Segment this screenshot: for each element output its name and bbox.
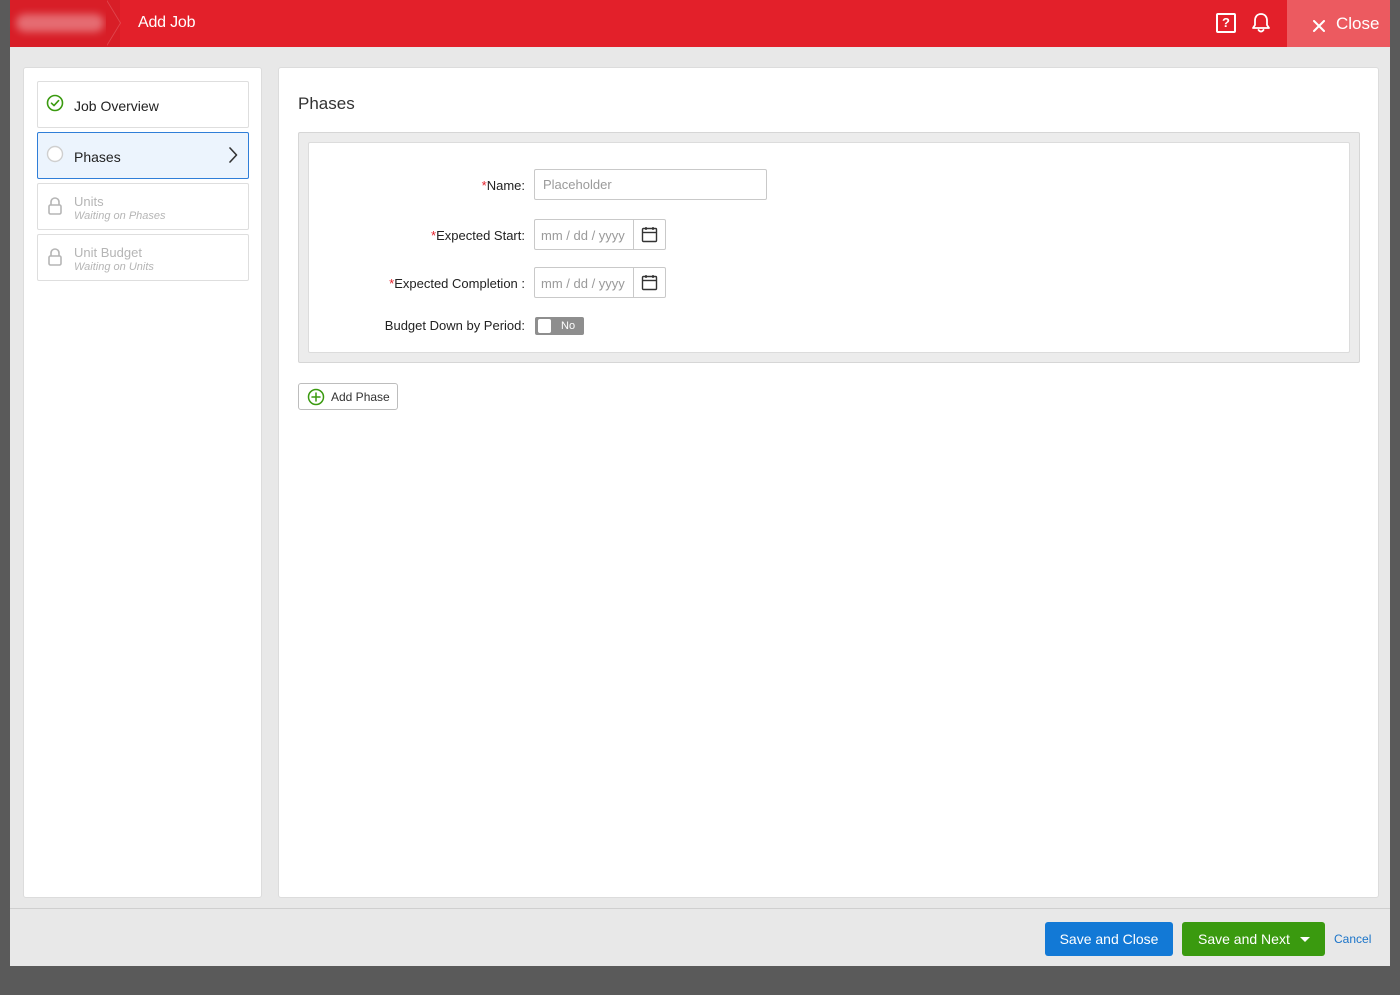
close-icon: [1313, 17, 1325, 37]
phase-card: *Name: *Expected Start: mm / dd / yyyy: [298, 132, 1360, 363]
name-label: *Name:: [481, 178, 525, 193]
footer-bar: Save and Close Save and Next Cancel: [10, 908, 1390, 966]
breadcrumb-separator: [106, 0, 120, 46]
close-label: Close: [1336, 14, 1380, 33]
page-title: Add Job: [138, 14, 196, 31]
top-bar: Add Job ? Close: [10, 0, 1390, 47]
calendar-icon[interactable]: [633, 268, 665, 297]
expected-start-field[interactable]: mm / dd / yyyy: [534, 219, 666, 250]
chevron-right-icon: [228, 147, 238, 168]
close-button[interactable]: Close: [1287, 0, 1390, 47]
expected-completion-placeholder: mm / dd / yyyy: [541, 276, 625, 291]
steps-panel: Job Overview Phases Units Waiting on Pha…: [23, 67, 262, 898]
step-unit-budget: Unit Budget Waiting on Units: [37, 234, 249, 281]
step-label: Unit Budget: [74, 245, 142, 260]
step-units: Units Waiting on Phases: [37, 183, 249, 230]
lock-icon: [46, 247, 64, 266]
lock-icon: [46, 196, 64, 215]
empty-circle-icon: [46, 145, 64, 163]
add-phase-label: Add Phase: [331, 390, 390, 404]
calendar-icon[interactable]: [633, 220, 665, 249]
step-phases[interactable]: Phases: [37, 132, 249, 179]
brand-area: [10, 0, 120, 47]
plus-circle-icon: [307, 388, 325, 406]
step-status: Waiting on Phases: [74, 210, 166, 222]
brand-logo: [16, 14, 104, 32]
bell-icon[interactable]: [1251, 12, 1271, 39]
phase-form: *Name: *Expected Start: mm / dd / yyyy: [308, 142, 1350, 353]
step-label: Phases: [74, 149, 121, 165]
step-status: Waiting on Units: [74, 261, 154, 273]
budget-down-label: Budget Down by Period:: [384, 318, 525, 333]
section-title: Phases: [298, 94, 355, 113]
expected-start-label: *Expected Start:: [431, 228, 525, 243]
budget-down-toggle[interactable]: No: [535, 317, 584, 335]
step-job-overview[interactable]: Job Overview: [37, 81, 249, 128]
save-and-next-button[interactable]: Save and Next: [1182, 922, 1325, 956]
help-icon[interactable]: ?: [1216, 13, 1236, 33]
caret-down-icon[interactable]: [1300, 937, 1310, 942]
step-label: Job Overview: [74, 98, 159, 114]
save-and-next-label: Save and Next: [1198, 931, 1290, 947]
step-label: Units: [74, 194, 104, 209]
phase-name-input[interactable]: [534, 169, 767, 200]
cancel-link[interactable]: Cancel: [1334, 932, 1371, 946]
main-panel: Phases *Name: *Expected Start: mm / dd /…: [278, 67, 1379, 898]
check-circle-icon: [46, 94, 64, 112]
add-phase-button[interactable]: Add Phase: [298, 383, 398, 410]
expected-completion-field[interactable]: mm / dd / yyyy: [534, 267, 666, 298]
expected-completion-label: *Expected Completion :: [389, 276, 525, 291]
save-and-close-button[interactable]: Save and Close: [1045, 922, 1173, 956]
expected-start-placeholder: mm / dd / yyyy: [541, 228, 625, 243]
add-job-modal: Add Job ? Close Job Overview Phases Unit…: [10, 0, 1390, 966]
toggle-knob: [538, 319, 551, 333]
toggle-state: No: [561, 320, 576, 332]
